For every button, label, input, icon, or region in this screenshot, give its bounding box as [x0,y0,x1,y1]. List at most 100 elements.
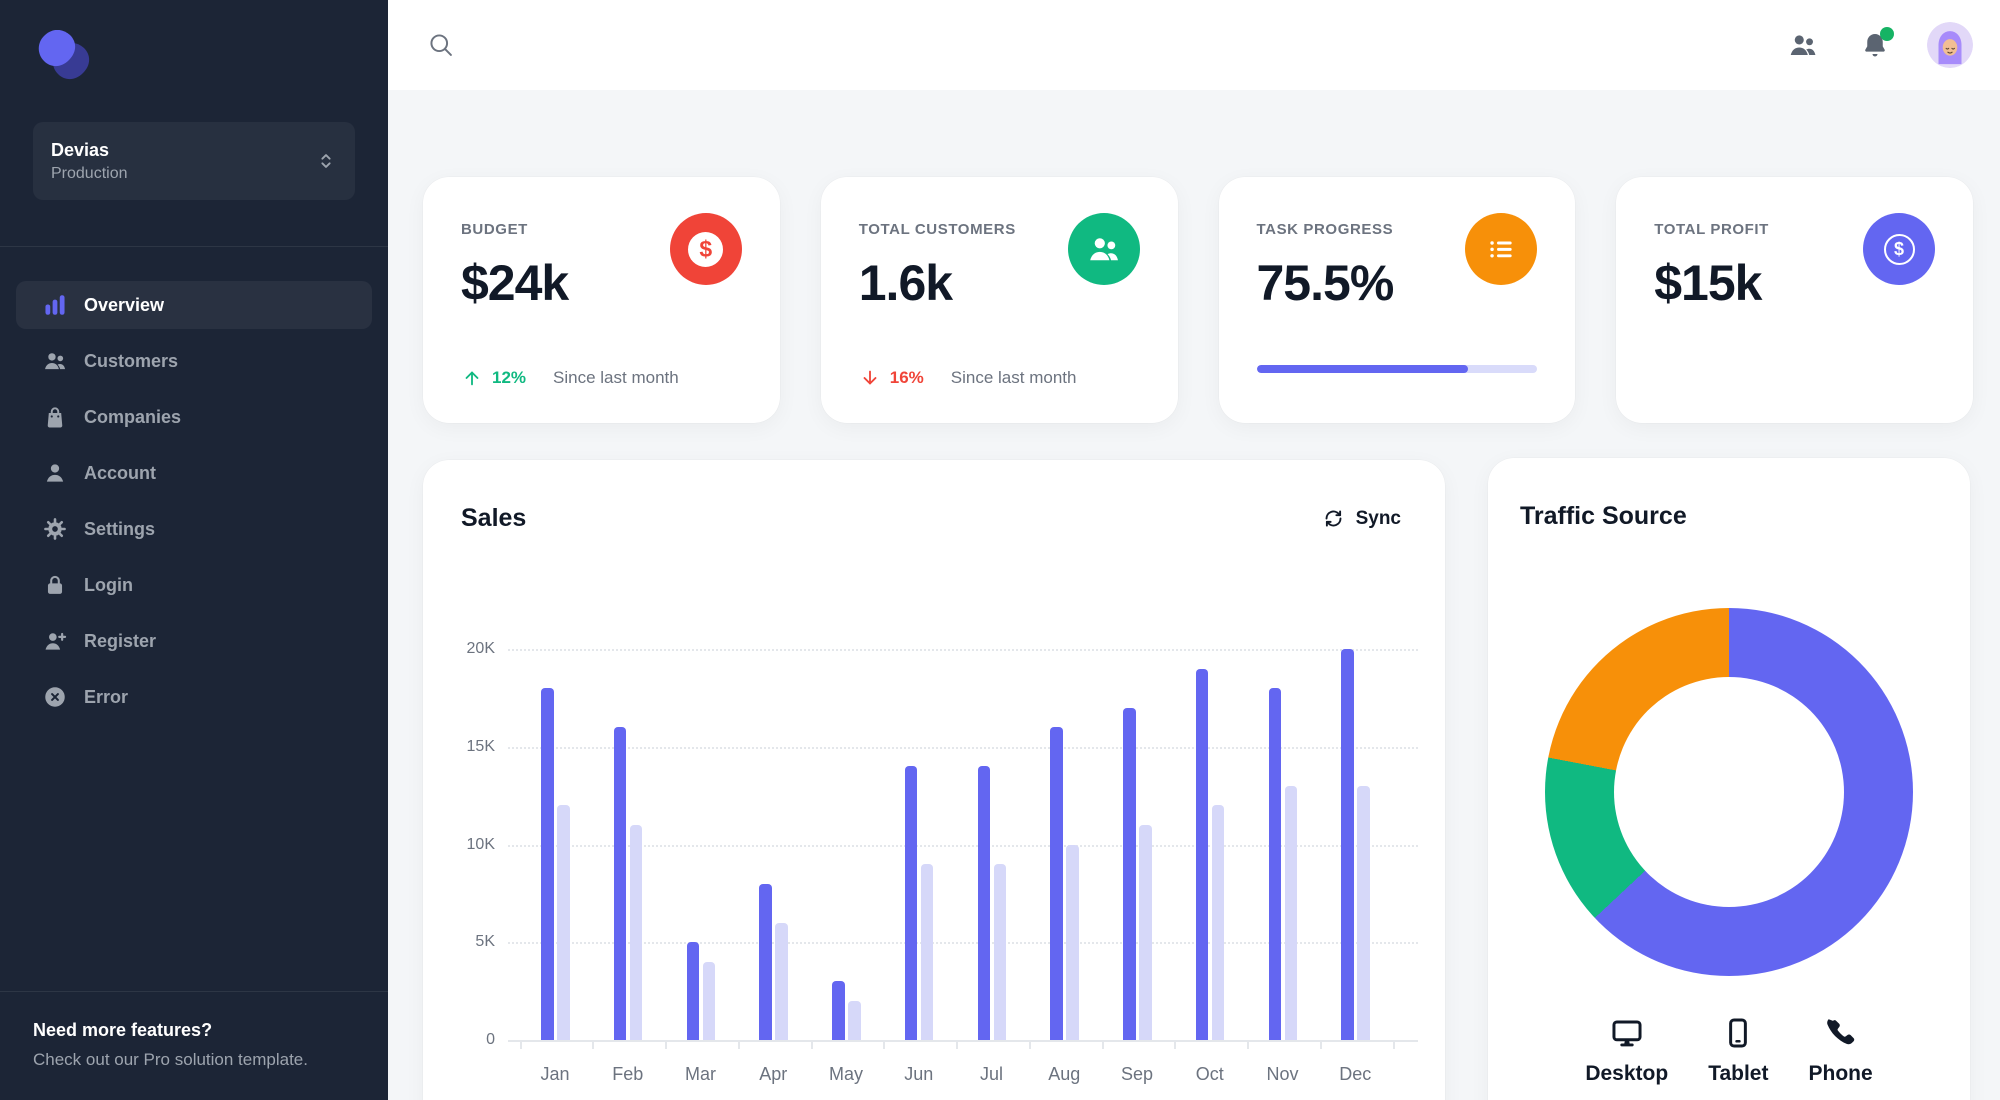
sales-bar-this-year [1341,649,1354,1040]
sales-bar-last-year [1211,805,1225,1040]
stat-top: TOTAL CUSTOMERS 1.6k [859,213,1140,312]
x-circle-icon [45,687,65,707]
x-axis-label: Feb [612,1064,644,1084]
y-axis-label: 15K [466,737,495,755]
refresh-icon [1325,510,1342,527]
sidebar-item-label: Companies [84,406,182,427]
stat-text: BUDGET $24k [461,213,569,312]
sidebar-item-settings[interactable]: Settings [16,505,372,553]
sidebar-item-account[interactable]: Account [16,449,372,497]
x-axis-tick [883,1042,886,1049]
sidebar-item-companies[interactable]: Companies [16,393,372,441]
users-icon [1089,238,1118,261]
workspace-environment: Production [51,164,128,182]
device-tablet: Tablet [1708,1016,1768,1086]
sales-title: Sales [461,504,527,532]
notifications-button[interactable] [1855,25,1895,65]
sidebar-item-register[interactable]: Register [16,617,372,665]
stat-top: BUDGET $24k $ [461,213,742,312]
sync-button[interactable]: Sync [1322,507,1401,530]
trend-caption: Since last month [553,368,679,387]
dashboard-page: Devias Production Overview Customers Com… [0,0,2000,1100]
x-axis-label: May [828,1064,863,1084]
traffic-source-card: Traffic Source Desktop Tablet Phone [1488,458,1970,1100]
x-axis-tick [1319,1042,1322,1049]
x-axis-tick [1028,1042,1031,1049]
arrow-down-icon [863,370,877,385]
stat-top: TOTAL PROFIT $15k $ [1654,213,1935,312]
sales-bar-this-year [686,942,699,1040]
sales-bar-this-year [1195,668,1209,1040]
trend-row: 12% Since last month [461,367,742,389]
traffic-donut-chart [1545,608,1913,976]
topbar-actions [1783,22,1973,68]
contacts-button[interactable] [1783,25,1823,65]
sales-bar-last-year [1357,785,1370,1040]
sales-bar-last-year [1139,824,1152,1040]
sales-card: Sales Sync 0 5K 10K 15K 20K Jan Feb Mar Apr May Ju… [423,460,1445,1100]
sidebar-item-label: Customers [84,350,179,371]
sidebar-item-label: Register [84,630,157,651]
x-axis-tick [1101,1042,1104,1049]
sidebar-footer: Need more features? Check out our Pro so… [0,991,388,1100]
stat-value: $15k [1654,255,1762,311]
footer-title: Need more features? [33,1020,213,1040]
trend-value: 16% [889,368,924,387]
customers-icon-circle [1067,213,1140,285]
sidebar-item-label: Overview [84,294,165,315]
tablet-icon [1729,1018,1748,1048]
device-label: Tablet [1708,1062,1769,1085]
trend-row: 16% Since last month [859,367,1140,389]
x-axis-label: Mar [685,1064,716,1084]
sidebar-item-login[interactable]: Login [16,561,372,609]
users-icon [45,353,66,370]
sales-bar-last-year [629,824,643,1040]
sales-bar-last-year [775,922,788,1040]
x-axis-tick [956,1042,959,1049]
workspace-name: Devias [51,139,110,160]
task-icon-circle [1465,213,1538,285]
device-label: Desktop [1585,1062,1669,1085]
x-axis-label: Jul [979,1064,1003,1084]
dollar-circle-icon: $ [1883,233,1915,265]
phone-icon [1826,1019,1854,1045]
sidebar-divider [0,246,388,247]
donut-hole [1614,677,1844,907]
task-progress-bar [1256,365,1538,373]
arrow-up-icon [465,371,479,386]
topbar [388,0,2000,90]
x-axis-tick [1174,1042,1177,1049]
avatar-image [1927,22,1973,68]
x-axis-label: Apr [759,1064,788,1084]
logo-icon [38,29,90,80]
desktop-icon [1612,1020,1642,1047]
sidebar: Devias Production Overview Customers Com… [0,0,388,1100]
sales-bar-last-year [1284,785,1297,1040]
search-button[interactable] [421,25,461,65]
x-axis-label: Jan [540,1064,570,1084]
y-axis-label: 0 [486,1031,495,1048]
x-axis-tick [810,1042,813,1049]
sidebar-item-overview[interactable]: Overview [16,281,372,329]
y-axis-label: 20K [466,640,495,657]
y-gridline [508,942,1418,945]
avatar[interactable] [1927,22,1973,68]
total-customers-card: TOTAL CUSTOMERS 1.6k 16% Since last mont… [820,177,1178,423]
y-gridline [508,746,1418,749]
sales-bar-last-year [993,864,1006,1040]
list-bullet-icon [1490,241,1512,258]
sales-bar-this-year [832,981,845,1040]
sidebar-item-error[interactable]: Error [16,673,372,721]
stat-label: TOTAL CUSTOMERS [858,221,1016,238]
workspace-selector[interactable]: Devias Production [33,122,355,200]
profit-icon-circle: $ [1863,213,1935,285]
x-axis-tick [519,1042,522,1049]
sidebar-item-customers[interactable]: Customers [16,337,372,385]
user-icon [46,464,64,482]
x-axis-tick [1247,1042,1250,1049]
sales-bar-chart: 0 5K 10K 15K 20K Jan Feb Mar Apr May Jun Jul Aug Sep O… [423,460,1445,1100]
sync-label: Sync [1355,507,1401,529]
devias-logo[interactable] [33,29,93,86]
stat-value: 1.6k [858,255,953,311]
stat-value: 75.5% [1256,255,1395,311]
